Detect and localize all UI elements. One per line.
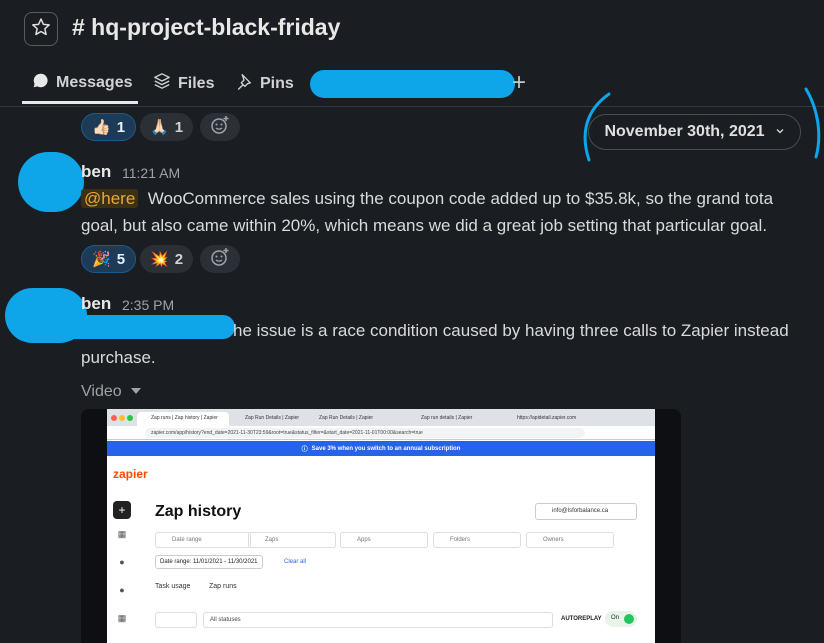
select-all-checkbox xyxy=(155,612,197,628)
window-min-dot xyxy=(119,415,125,421)
dashboard-icon: ▦ xyxy=(117,529,127,539)
browser-tab: Zap Run Details | Zapier xyxy=(245,415,300,421)
text-redaction xyxy=(60,315,235,339)
date-divider-button[interactable]: November 30th, 2021 xyxy=(588,114,801,150)
transfer-icon: ● xyxy=(119,585,125,595)
tab-label: Pins xyxy=(260,74,294,92)
date-range-chip: Date range: 11/01/2021 - 11/30/2021 xyxy=(155,555,263,569)
banner-text: Save 3% when you switch to an annual sub… xyxy=(311,445,461,452)
filter-folders: Folders xyxy=(433,532,521,548)
party-popper-icon: 🎉 xyxy=(92,251,111,268)
message-text: he issue is a race condition caused by h… xyxy=(233,321,789,340)
reaction-tada[interactable]: 🎉 5 xyxy=(81,245,137,273)
filter-apps: Apps xyxy=(340,532,428,548)
avatar-redaction xyxy=(18,152,84,212)
filter-date-range: Date range xyxy=(155,532,251,548)
channel-title[interactable]: # hq-project-black-friday xyxy=(72,14,340,41)
message-timestamp[interactable]: 2:35 PM xyxy=(122,297,174,313)
reaction-boom[interactable]: 💥 2 xyxy=(140,245,194,273)
add-reaction-button[interactable] xyxy=(200,245,240,273)
layers-icon xyxy=(153,72,171,95)
video-player[interactable]: Zap runs | Zap history | Zapier Zap Run … xyxy=(81,409,681,643)
autoreplay-toggle: On xyxy=(605,611,637,627)
message-bubble-icon xyxy=(32,72,49,94)
message-author[interactable]: ben xyxy=(81,294,111,314)
tabs-divider xyxy=(0,106,824,107)
browser-url: zapier.com/app/history?end_date=2021-11-… xyxy=(145,428,585,438)
reaction-thumbs-up[interactable]: 👍🏻 1 xyxy=(81,113,137,141)
window-max-dot xyxy=(127,415,133,421)
pin-icon xyxy=(235,72,253,95)
caret-down-icon xyxy=(130,383,142,401)
reaction-count: 1 xyxy=(116,118,126,136)
message-author[interactable]: ben xyxy=(81,162,111,182)
status-select: All statuses xyxy=(203,612,553,628)
subtab-zap-runs: Zap runs xyxy=(209,583,237,590)
message-timestamp[interactable]: 11:21 AM xyxy=(122,165,180,181)
reaction-count: 5 xyxy=(116,250,126,268)
clear-all-link: Clear all xyxy=(284,559,307,565)
zap-history-title: Zap history xyxy=(155,503,242,520)
browser-tab: Zap run details | Zapier xyxy=(421,415,473,421)
autoreplay-label: AUTOREPLAY xyxy=(561,616,602,622)
browser-tab: Zap runs | Zap history | Zapier xyxy=(137,412,229,426)
tab-pins[interactable]: Pins xyxy=(235,72,294,95)
message-text: WooCommerce sales using the coupon code … xyxy=(147,189,774,208)
date-label: November 30th, 2021 xyxy=(604,123,765,140)
message-text-line: @here WooCommerce sales using the coupon… xyxy=(81,189,773,209)
redaction-tab xyxy=(310,70,515,98)
browser-address-bar: zapier.com/app/history?end_date=2021-11-… xyxy=(107,426,655,440)
zapier-sidebar: ▦ ● ● ▦ xyxy=(107,493,137,643)
reaction-count: 1 xyxy=(174,118,184,136)
filter-owners: Owners xyxy=(526,532,614,548)
message-text-line-2: purchase. xyxy=(81,348,156,367)
zapier-logo: zapier xyxy=(113,467,148,481)
upgrade-banner: ⓘ Save 3% when you switch to an annual s… xyxy=(107,441,655,456)
tab-messages[interactable]: Messages xyxy=(32,72,133,94)
add-tab-plus-icon[interactable]: + xyxy=(512,69,526,97)
collision-icon: 💥 xyxy=(150,251,169,268)
tab-label: Files xyxy=(178,74,215,92)
attachment-label: Video xyxy=(81,383,122,400)
scribble-mark-right xyxy=(804,87,821,159)
add-emoji-icon xyxy=(210,115,230,140)
browser-tab: Zap Run Details | Zapier xyxy=(319,415,374,421)
message-text-line-2: goal, but also came within 20%, which me… xyxy=(81,216,768,235)
browser-tab-strip: Zap runs | Zap history | Zapier Zap Run … xyxy=(107,409,655,426)
chevron-down-icon xyxy=(775,123,785,141)
apps-icon: ▦ xyxy=(117,613,127,623)
star-channel-button[interactable] xyxy=(24,12,58,46)
browser-screenshot: Zap runs | Zap history | Zapier Zap Run … xyxy=(107,409,655,643)
info-icon: ⓘ xyxy=(301,447,308,453)
window-close-dot xyxy=(111,415,117,421)
filter-zaps: Zaps xyxy=(248,532,336,548)
zap-search-field: info@lsforbalance.ca xyxy=(535,503,637,520)
tab-label: Messages xyxy=(56,74,133,91)
add-reaction-button[interactable] xyxy=(200,113,240,141)
pray-icon: 🙏🏻 xyxy=(150,119,169,136)
browser-tab: https://apidetail.zapier.com xyxy=(517,415,577,421)
reaction-count: 2 xyxy=(174,250,184,268)
active-tab-indicator xyxy=(22,101,138,104)
here-mention[interactable]: @here xyxy=(81,189,139,208)
subtab-task-usage: Task usage xyxy=(155,583,191,590)
zap-icon: ● xyxy=(119,557,125,567)
star-icon xyxy=(31,17,51,42)
tab-files[interactable]: Files xyxy=(153,72,214,95)
thumbs-up-icon: 👍🏻 xyxy=(92,119,111,136)
add-emoji-icon xyxy=(210,247,230,272)
attachment-toggle[interactable]: Video xyxy=(81,383,142,401)
reaction-pray[interactable]: 🙏🏻 1 xyxy=(140,113,194,141)
